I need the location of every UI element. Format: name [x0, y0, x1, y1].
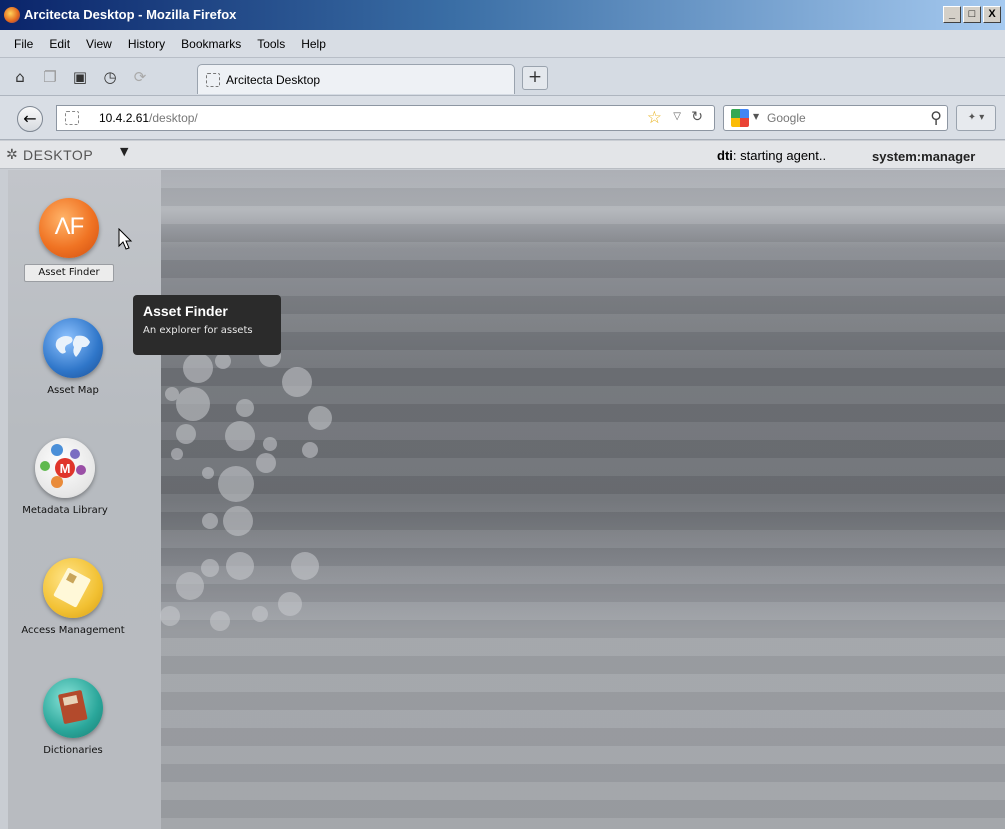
url-host: 10.4.2.61: [99, 111, 150, 125]
search-icon[interactable]: ⚲: [930, 108, 942, 127]
new-tab-button[interactable]: +: [522, 66, 548, 90]
menu-history[interactable]: History: [120, 37, 173, 51]
id-card-icon[interactable]: [43, 558, 103, 618]
globe-icon[interactable]: [43, 318, 103, 378]
sync-icon[interactable]: ⟳: [130, 67, 150, 87]
metadata-bubbles-icon: M: [40, 444, 86, 488]
app-asset-finder[interactable]: ΛF Asset Finder: [14, 198, 124, 282]
tab-toolbar: ⌂ ❐ ▣ ◷ ⟳ Arcitecta Desktop +: [0, 58, 1005, 96]
desktop-header: ✲ DESKTOP ▼ dti: starting agent.. system…: [0, 141, 1005, 169]
minimize-button[interactable]: _: [943, 6, 961, 23]
url-text[interactable]: 10.4.2.61/desktop/: [99, 111, 198, 125]
app-asset-map[interactable]: Asset Map: [18, 318, 128, 398]
menu-file[interactable]: File: [6, 37, 41, 51]
maximize-button[interactable]: □: [963, 6, 981, 23]
google-logo-icon[interactable]: [731, 109, 749, 127]
search-engine-dropdown-icon[interactable]: ▼: [753, 112, 759, 121]
menu-bar: File Edit View History Bookmarks Tools H…: [0, 30, 1005, 58]
app-label-asset-finder: Asset Finder: [24, 264, 114, 282]
menu-edit[interactable]: Edit: [41, 37, 78, 51]
mouse-cursor-icon: [118, 228, 133, 250]
app-tooltip: Asset Finder An explorer for assets: [133, 295, 281, 355]
menu-view[interactable]: View: [78, 37, 120, 51]
current-user[interactable]: system:manager: [872, 149, 975, 164]
arcitecta-logo-icon: ✲: [6, 147, 18, 163]
app-label-metadata-library: Metadata Library: [22, 505, 108, 516]
search-bar[interactable]: ▼ Google ⚲: [723, 105, 948, 131]
svg-text:M: M: [60, 461, 71, 476]
tab-title: Arcitecta Desktop: [226, 73, 321, 87]
back-arrow-icon: ←: [23, 109, 37, 128]
asset-finder-icon[interactable]: ΛF: [39, 198, 99, 258]
app-dictionaries[interactable]: Dictionaries: [18, 678, 128, 758]
menu-help[interactable]: Help: [293, 37, 334, 51]
globe-continents-icon: [55, 335, 90, 357]
address-bar[interactable]: 10.4.2.61/desktop/ ☆ ▽ ↻: [56, 105, 715, 131]
book-cover-icon: [58, 690, 88, 724]
home-icon[interactable]: ⌂: [10, 67, 30, 87]
dictionary-book-icon[interactable]: [43, 678, 103, 738]
window-titlebar: Arcitecta Desktop - Mozilla Firefox _ □ …: [0, 0, 1005, 30]
tooltip-description: An explorer for assets: [143, 325, 253, 336]
desktop-menu-title[interactable]: DESKTOP: [23, 147, 93, 163]
app-label-access-management: Access Management: [21, 625, 125, 636]
bookmark-star-icon[interactable]: ☆: [647, 108, 662, 128]
tooltip-title: Asset Finder: [143, 303, 228, 319]
page-identity-icon[interactable]: [65, 111, 79, 125]
menu-tools[interactable]: Tools: [249, 37, 293, 51]
asset-finder-icon-text: ΛF: [54, 213, 85, 240]
close-button[interactable]: X: [983, 6, 1001, 23]
agent-status: dti: starting agent..: [717, 148, 826, 163]
app-metadata-library[interactable]: M Metadata Library: [10, 438, 120, 518]
window-title: Arcitecta Desktop - Mozilla Firefox: [24, 7, 237, 22]
url-history-dropdown-icon[interactable]: ▽: [673, 111, 681, 122]
page-favicon-icon: [206, 73, 220, 87]
menu-bookmarks[interactable]: Bookmarks: [173, 37, 249, 51]
back-button[interactable]: ←: [17, 106, 43, 132]
url-path: /desktop/: [149, 111, 198, 125]
access-card-icon: [53, 568, 91, 608]
status-message: : starting agent..: [732, 148, 827, 163]
background-dots-decoration: [160, 345, 332, 631]
desktop-menu-caret-icon[interactable]: ▼: [120, 145, 128, 158]
firefox-logo-icon: [4, 7, 20, 23]
app-label-asset-map: Asset Map: [47, 385, 99, 396]
reload-icon[interactable]: ↻: [691, 109, 703, 125]
metadata-library-icon[interactable]: M: [35, 438, 95, 498]
status-service: dti: [717, 148, 733, 163]
copy-icon[interactable]: ❐: [40, 67, 60, 87]
app-label-dictionaries: Dictionaries: [43, 745, 103, 756]
app-access-management[interactable]: Access Management: [18, 558, 128, 638]
search-engine-placeholder: Google: [767, 111, 806, 125]
tab-arcitecta-desktop[interactable]: Arcitecta Desktop: [197, 64, 515, 94]
history-clock-icon[interactable]: ◷: [100, 67, 120, 87]
clipboard-icon[interactable]: ▣: [70, 67, 90, 87]
navigation-bar: ← 10.4.2.61/desktop/ ☆ ▽ ↻ ▼ Google ⚲ ✦ …: [0, 96, 1005, 140]
addon-menu-button[interactable]: ✦ ▾: [956, 105, 996, 131]
